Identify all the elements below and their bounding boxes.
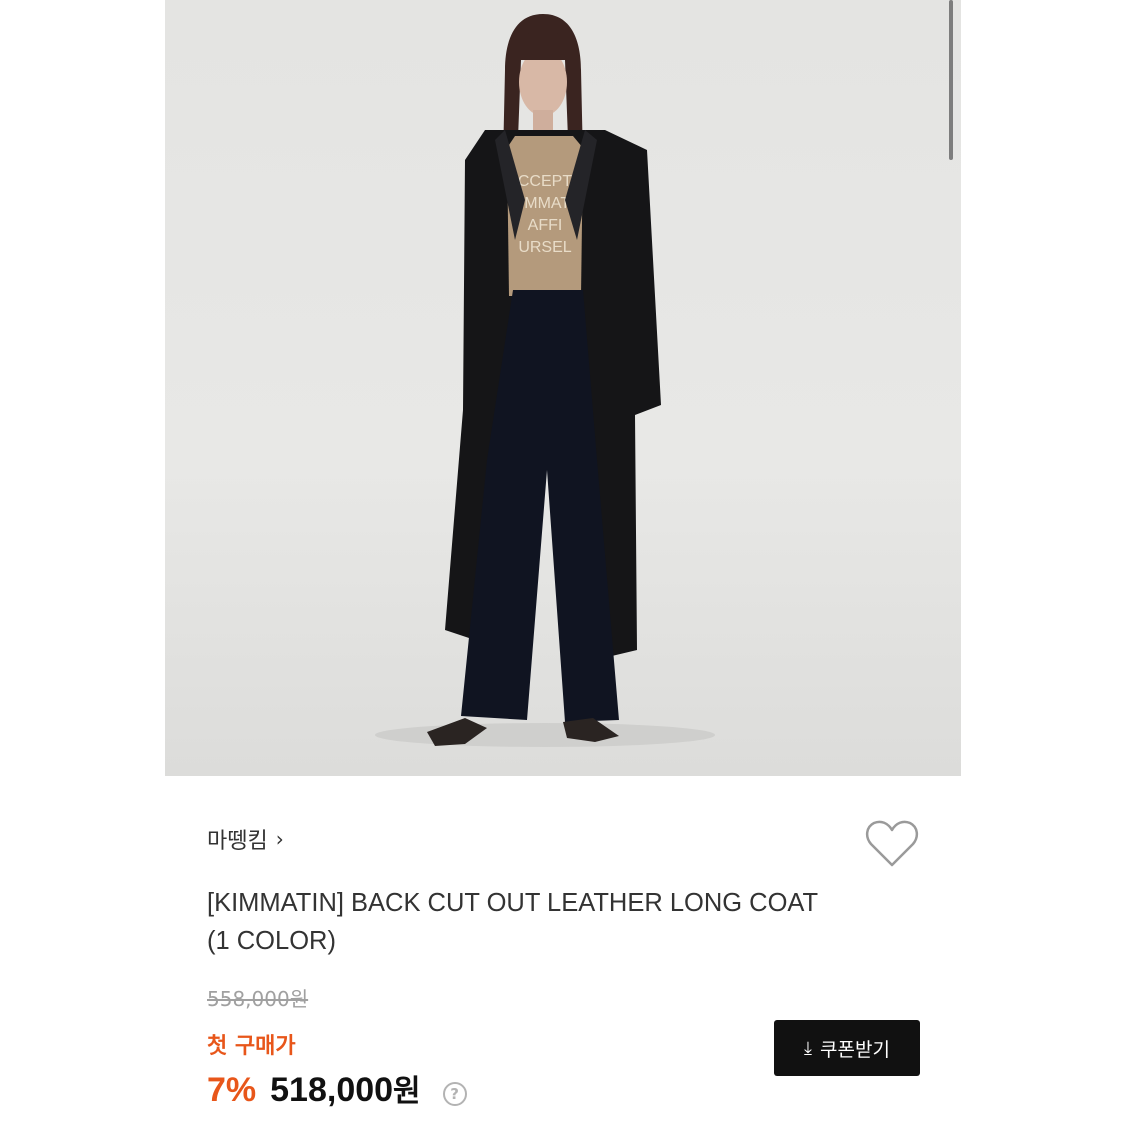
chevron-right-icon: › (275, 827, 284, 851)
scrollbar-thumb[interactable] (949, 0, 953, 160)
brand-name: 마뗑킴 (207, 829, 268, 854)
svg-text:AFFI: AFFI (528, 217, 563, 234)
coupon-button[interactable]: ⤓ 쿠폰받기 (774, 1020, 920, 1076)
sale-price: 518,000원 (270, 1066, 421, 1110)
wishlist-button[interactable] (864, 818, 920, 870)
svg-text:IMMAT: IMMAT (520, 195, 571, 212)
product-title: [KIMMATIN] BACK CUT OUT LEATHER LONG COA… (207, 889, 818, 955)
heart-icon (865, 820, 919, 867)
price-row: 7% 518,000원 ? (207, 1066, 467, 1110)
sale-price-number: 518,000 (270, 1071, 394, 1109)
model-photo: CCEPT IMMAT AFFI URSEL (375, 14, 715, 747)
first-purchase-label: 첫 구매가 (207, 1034, 296, 1059)
original-price: 558,000원 (207, 987, 309, 1011)
download-icon: ⤓ (804, 1037, 813, 1059)
product-image[interactable]: CCEPT IMMAT AFFI URSEL (165, 0, 961, 776)
discount-rate: 7% (207, 1071, 257, 1109)
svg-text:CCEPT: CCEPT (518, 173, 572, 190)
svg-text:URSEL: URSEL (518, 239, 571, 256)
help-icon[interactable]: ? (442, 1082, 467, 1106)
sale-price-unit: 원 (393, 1075, 421, 1108)
brand-link[interactable]: 마뗑킴 › (207, 823, 284, 855)
coupon-label: 쿠폰받기 (820, 1038, 890, 1061)
